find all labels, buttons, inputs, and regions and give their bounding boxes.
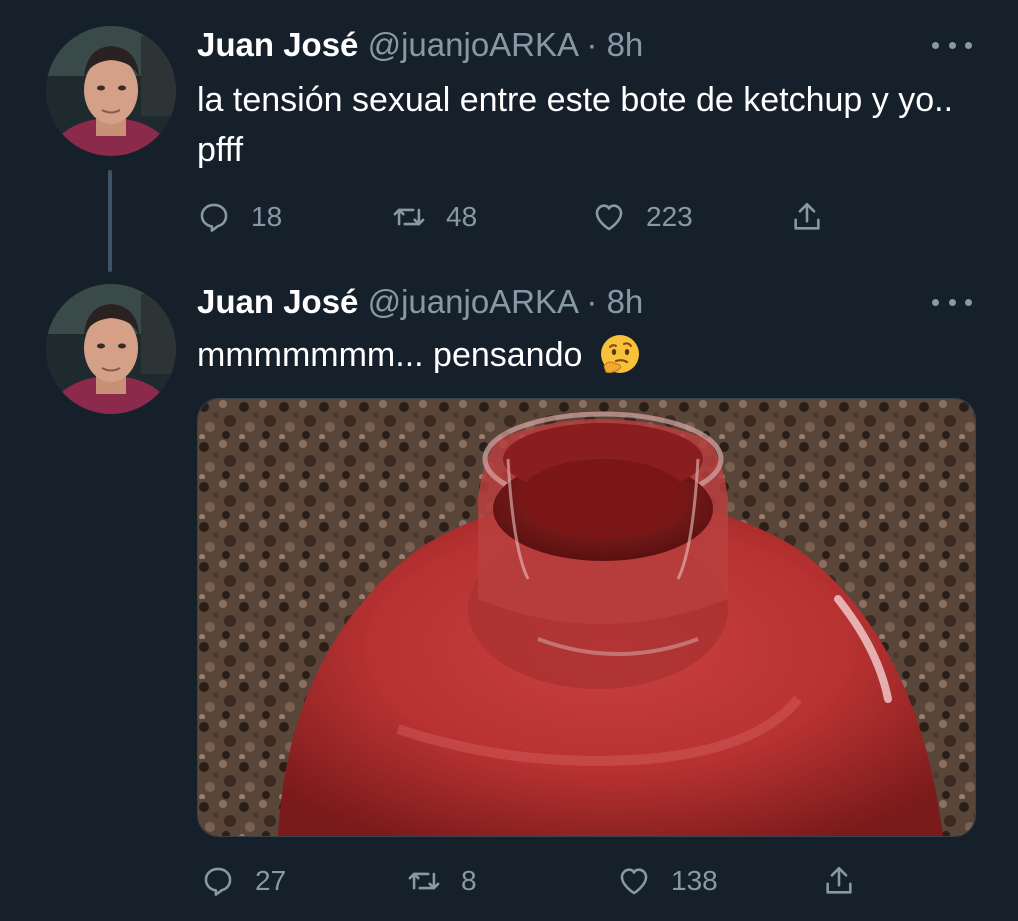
reply-icon xyxy=(204,867,232,896)
tweet-header: Juan José @juanjoARKA · 8h xyxy=(197,282,643,322)
tweet-text: mmmmmmm... pensando xyxy=(197,336,583,374)
tweet-header: Juan José @juanjoARKA · 8h xyxy=(197,25,643,65)
timeline: Juan José @juanjoARKA · 8h la tensión se… xyxy=(0,0,1018,921)
author-name[interactable]: Juan José xyxy=(197,26,358,63)
heart-icon xyxy=(595,204,623,231)
tweet-text-container: mmmmmmm... pensando xyxy=(197,330,987,380)
retweet-icon xyxy=(393,208,425,226)
tweet-actions: 18 48 223 xyxy=(197,189,897,245)
like-count: 223 xyxy=(646,201,693,232)
thread-connector xyxy=(108,170,112,272)
avatar[interactable] xyxy=(46,284,176,414)
reply-button[interactable]: 27 xyxy=(201,853,286,909)
share-button[interactable] xyxy=(790,189,844,245)
author-handle[interactable]: @juanjoARKA xyxy=(368,26,578,63)
tweet-timestamp[interactable]: 8h xyxy=(607,26,644,63)
share-button[interactable] xyxy=(822,853,876,909)
retweet-count: 48 xyxy=(446,201,478,232)
like-button[interactable]: 138 xyxy=(617,853,718,909)
tweet-timestamp[interactable]: 8h xyxy=(607,283,644,320)
reply-count: 18 xyxy=(251,201,283,232)
share-icon xyxy=(826,866,852,894)
separator-dot: · xyxy=(586,26,598,63)
tweet-text: la tensión sexual entre este bote de ket… xyxy=(197,81,954,169)
retweet-count: 8 xyxy=(461,865,477,896)
share-icon xyxy=(794,202,820,230)
like-count: 138 xyxy=(671,865,718,896)
more-icon[interactable] xyxy=(932,35,972,55)
more-icon[interactable] xyxy=(932,292,972,312)
tweet-media-photo[interactable] xyxy=(197,398,976,837)
tweet-1[interactable]: Juan José @juanjoARKA · 8h la tensión se… xyxy=(0,0,1018,272)
author-name[interactable]: Juan José xyxy=(197,283,358,320)
reply-count: 27 xyxy=(255,865,287,896)
tweet-actions: 27 8 138 xyxy=(197,853,897,909)
retweet-button[interactable]: 8 xyxy=(407,853,477,909)
retweet-icon xyxy=(408,872,440,890)
retweet-button[interactable]: 48 xyxy=(392,189,477,245)
author-handle[interactable]: @juanjoARKA xyxy=(368,283,578,320)
thinking-face-emoji xyxy=(600,335,639,374)
reply-button[interactable]: 18 xyxy=(197,189,282,245)
heart-icon xyxy=(620,868,648,895)
like-button[interactable]: 223 xyxy=(592,189,693,245)
avatar[interactable] xyxy=(46,26,176,156)
reply-icon xyxy=(200,203,228,232)
separator-dot: · xyxy=(586,283,598,320)
